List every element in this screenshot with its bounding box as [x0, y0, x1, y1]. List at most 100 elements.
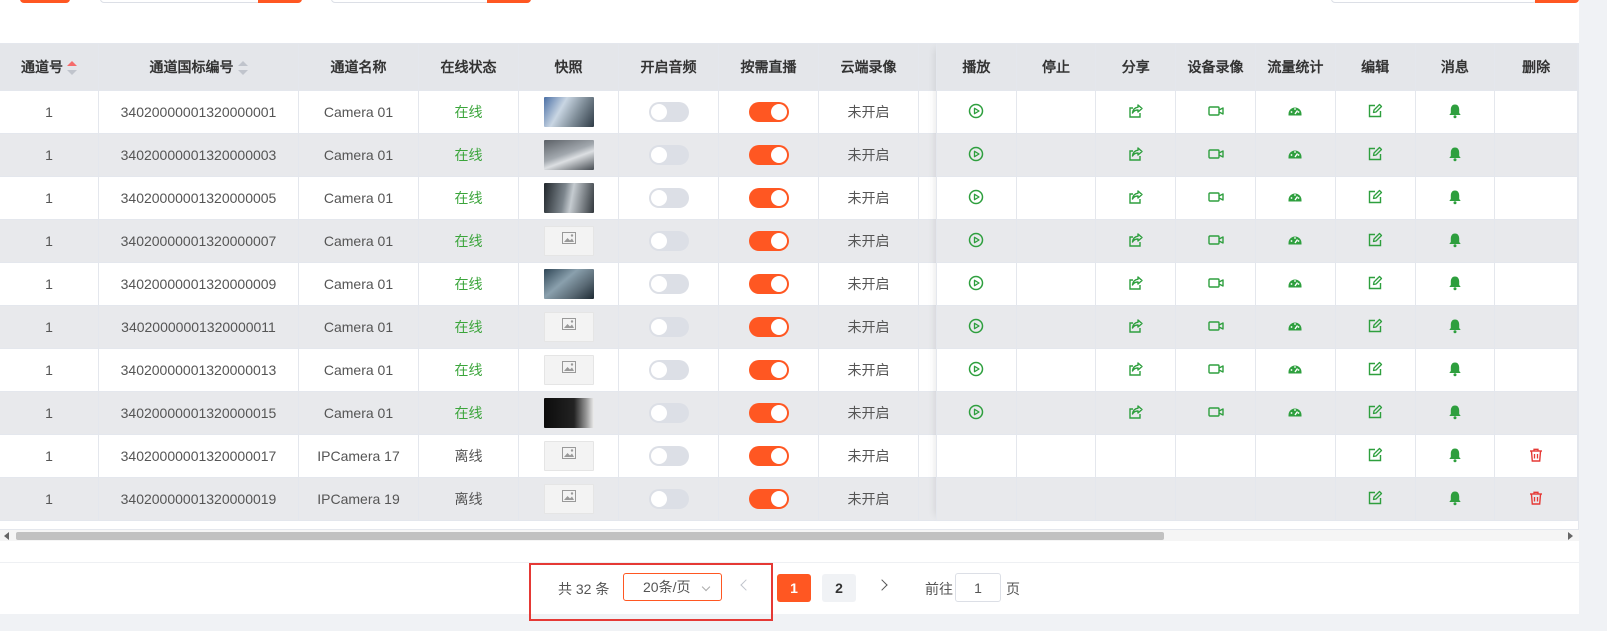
table-row[interactable]: 1 34020000001320000009 Camera 01 在线 未开启 — [0, 262, 1019, 306]
table-row[interactable]: 1 34020000001320000019 IPCamera 19 离线 未开启 — [0, 477, 1019, 521]
on-demand-toggle[interactable] — [748, 231, 789, 251]
edit-icon[interactable] — [1367, 146, 1383, 165]
edit-icon[interactable] — [1367, 103, 1383, 122]
share-icon[interactable] — [1128, 189, 1144, 208]
top-search-button[interactable] — [1535, 0, 1579, 3]
audio-toggle[interactable] — [648, 446, 689, 466]
table-row[interactable]: 1 34020000001320000015 Camera 01 在线 未开启 — [0, 391, 1019, 435]
play-circle-icon[interactable] — [968, 275, 984, 294]
share-icon[interactable] — [1128, 318, 1144, 337]
video-camera-icon[interactable] — [1207, 404, 1225, 423]
page-button-2[interactable]: 2 — [822, 574, 856, 602]
on-demand-toggle[interactable] — [748, 403, 789, 423]
edit-icon[interactable] — [1367, 318, 1383, 337]
on-demand-toggle[interactable] — [748, 145, 789, 165]
page-button-1[interactable]: 1 — [777, 574, 811, 602]
trash-icon[interactable] — [1528, 490, 1544, 509]
top-filter-button-1[interactable] — [258, 0, 302, 3]
audio-toggle[interactable] — [648, 403, 689, 423]
play-circle-icon[interactable] — [968, 404, 984, 423]
sort-caret-icon[interactable] — [237, 61, 248, 76]
share-icon[interactable] — [1128, 404, 1144, 423]
snapshot-image[interactable] — [543, 140, 594, 170]
bell-icon[interactable] — [1447, 275, 1463, 294]
play-circle-icon[interactable] — [968, 232, 984, 251]
scroll-left-icon[interactable] — [4, 532, 9, 540]
snapshot-image[interactable] — [543, 183, 594, 213]
edit-icon[interactable] — [1367, 404, 1383, 423]
share-icon[interactable] — [1128, 361, 1144, 380]
edit-icon[interactable] — [1367, 490, 1383, 509]
audio-toggle[interactable] — [648, 489, 689, 509]
header-gb-code[interactable]: 通道国标编号 — [98, 43, 299, 91]
table-row[interactable]: 1 34020000001320000003 Camera 01 在线 未开启 — [0, 133, 1019, 177]
table-row[interactable]: 1 34020000001320000007 Camera 01 在线 未开启 — [0, 219, 1019, 263]
bell-icon[interactable] — [1447, 146, 1463, 165]
audio-toggle[interactable] — [648, 360, 689, 380]
speedometer-icon[interactable] — [1287, 275, 1303, 294]
edit-icon[interactable] — [1367, 232, 1383, 251]
audio-toggle[interactable] — [648, 231, 689, 251]
speedometer-icon[interactable] — [1287, 146, 1303, 165]
snapshot-image[interactable] — [543, 97, 594, 127]
video-camera-icon[interactable] — [1207, 189, 1225, 208]
table-row[interactable]: 1 34020000001320000005 Camera 01 在线 未开启 — [0, 176, 1019, 220]
speedometer-icon[interactable] — [1287, 361, 1303, 380]
video-camera-icon[interactable] — [1207, 232, 1225, 251]
top-search-input[interactable] — [1331, 0, 1537, 3]
share-icon[interactable] — [1128, 275, 1144, 294]
scrollbar-thumb[interactable] — [16, 532, 1164, 540]
audio-toggle[interactable] — [648, 145, 689, 165]
audio-toggle[interactable] — [648, 274, 689, 294]
bell-icon[interactable] — [1447, 318, 1463, 337]
share-icon[interactable] — [1128, 232, 1144, 251]
table-row[interactable]: 1 34020000001320000001 Camera 01 在线 未开启 — [0, 90, 1019, 134]
bell-icon[interactable] — [1447, 490, 1463, 509]
audio-toggle[interactable] — [648, 317, 689, 337]
bell-icon[interactable] — [1447, 361, 1463, 380]
speedometer-icon[interactable] — [1287, 404, 1303, 423]
video-camera-icon[interactable] — [1207, 318, 1225, 337]
speedometer-icon[interactable] — [1287, 318, 1303, 337]
edit-icon[interactable] — [1367, 361, 1383, 380]
on-demand-toggle[interactable] — [748, 446, 789, 466]
on-demand-toggle[interactable] — [748, 489, 789, 509]
play-circle-icon[interactable] — [968, 103, 984, 122]
speedometer-icon[interactable] — [1287, 189, 1303, 208]
horizontal-scrollbar[interactable] — [0, 529, 1579, 541]
share-icon[interactable] — [1128, 103, 1144, 122]
audio-toggle[interactable] — [648, 188, 689, 208]
on-demand-toggle[interactable] — [748, 360, 789, 380]
on-demand-toggle[interactable] — [748, 102, 789, 122]
play-circle-icon[interactable] — [968, 146, 984, 165]
top-filter-button-2[interactable] — [487, 0, 531, 3]
edit-icon[interactable] — [1367, 275, 1383, 294]
header-channel-no[interactable]: 通道号 — [0, 43, 99, 91]
video-camera-icon[interactable] — [1207, 103, 1225, 122]
trash-icon[interactable] — [1528, 447, 1544, 466]
on-demand-toggle[interactable] — [748, 317, 789, 337]
scroll-right-icon[interactable] — [1568, 532, 1573, 540]
bell-icon[interactable] — [1447, 189, 1463, 208]
bell-icon[interactable] — [1447, 103, 1463, 122]
audio-toggle[interactable] — [648, 102, 689, 122]
speedometer-icon[interactable] — [1287, 103, 1303, 122]
edit-icon[interactable] — [1367, 447, 1383, 466]
table-row[interactable]: 1 34020000001320000017 IPCamera 17 离线 未开启 — [0, 434, 1019, 478]
bell-icon[interactable] — [1447, 404, 1463, 423]
edit-icon[interactable] — [1367, 189, 1383, 208]
bell-icon[interactable] — [1447, 232, 1463, 251]
play-circle-icon[interactable] — [968, 318, 984, 337]
play-circle-icon[interactable] — [968, 361, 984, 380]
snapshot-image[interactable] — [543, 269, 594, 299]
goto-page-input[interactable] — [955, 573, 1001, 602]
table-row[interactable]: 1 34020000001320000011 Camera 01 在线 未开启 — [0, 305, 1019, 349]
table-row[interactable]: 1 34020000001320000013 Camera 01 在线 未开启 — [0, 348, 1019, 392]
share-icon[interactable] — [1128, 146, 1144, 165]
video-camera-icon[interactable] — [1207, 361, 1225, 380]
sort-caret-icon[interactable] — [67, 61, 77, 76]
speedometer-icon[interactable] — [1287, 232, 1303, 251]
video-camera-icon[interactable] — [1207, 275, 1225, 294]
on-demand-toggle[interactable] — [748, 274, 789, 294]
on-demand-toggle[interactable] — [748, 188, 789, 208]
